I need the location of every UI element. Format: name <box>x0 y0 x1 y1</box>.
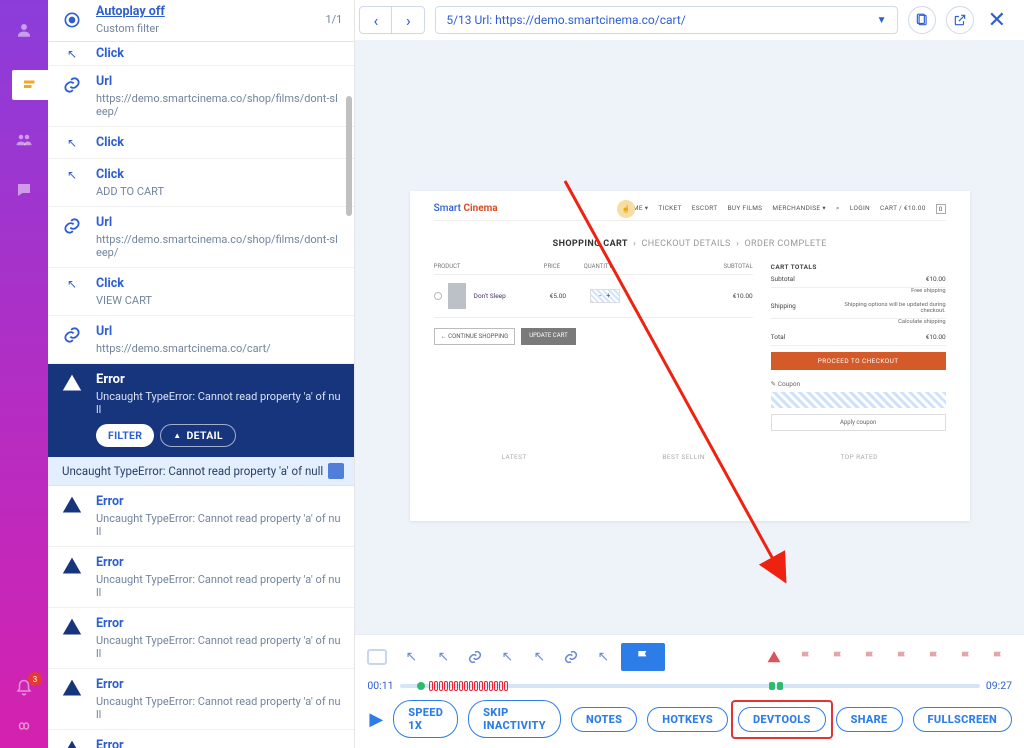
timeline[interactable]: 00:11 09:27 <box>367 677 1012 696</box>
hotkeys-button[interactable]: HOTKEYS <box>647 707 728 732</box>
nav-user-icon[interactable] <box>14 20 34 40</box>
nav-infinity-icon[interactable] <box>14 716 34 736</box>
event-row[interactable]: Url https://demo.smartcinema.co/shop/fil… <box>48 66 354 127</box>
filter-title: Autoplay off <box>96 4 311 19</box>
clipboard-button[interactable] <box>908 6 936 34</box>
warning-icon <box>62 556 82 576</box>
event-row[interactable]: ↖ Click ADD TO CART <box>48 159 354 207</box>
nav-chat-icon[interactable] <box>14 180 34 200</box>
playback-bar: ↖ ↖ ↖ ↖ ↖ 00:11 09:27 <box>355 634 1024 748</box>
cursor-icon: ↖ <box>62 277 82 291</box>
event-row[interactable]: ErrorUncaught TypeError: Cannot read pro… <box>48 730 354 748</box>
cursor-icon: ↖ <box>62 47 82 61</box>
nav-notifications-icon[interactable]: 3 <box>14 678 34 698</box>
event-row[interactable]: ↖ Click <box>48 42 354 66</box>
checkout-breadcrumb: SHOPPING CART › CHECKOUT DETAILS › ORDER… <box>434 239 946 249</box>
share-button[interactable]: SHARE <box>836 707 903 732</box>
cursor-tool-icon[interactable]: ↖ <box>589 645 617 669</box>
flag-icon[interactable] <box>920 645 948 669</box>
warning-icon <box>62 617 82 637</box>
close-button[interactable]: ✕ <box>984 8 1010 33</box>
open-external-button[interactable] <box>946 6 974 34</box>
target-icon <box>62 10 82 30</box>
filter-count: 1/1 <box>325 13 342 26</box>
error-flag-icon[interactable] <box>760 645 788 669</box>
event-row[interactable]: ErrorUncaught TypeError: Cannot read pro… <box>48 486 354 547</box>
remove-item-icon <box>434 292 442 300</box>
time-end: 09:27 <box>986 679 1012 692</box>
site-nav: ☝ HOME ▾TICKETESCORTBUY FILMSMERCHANDISE… <box>623 204 945 214</box>
flag-tool-active-icon[interactable] <box>621 643 665 671</box>
event-panel: Autoplay off Custom filter 1/1 ↖ Click U… <box>48 0 355 748</box>
cursor-icon: ↖ <box>62 168 82 182</box>
skip-inactivity-button[interactable]: SKIP INACTIVITY <box>468 700 561 738</box>
continue-shopping-button: ← CONTINUE SHOPPING <box>434 328 516 345</box>
link-icon <box>62 216 82 236</box>
event-row[interactable]: ErrorUncaught TypeError: Cannot read pro… <box>48 669 354 730</box>
warning-icon <box>62 373 82 393</box>
link-tool-icon[interactable] <box>461 645 489 669</box>
nav-team-icon[interactable] <box>14 130 34 150</box>
cursor-tool-icon[interactable]: ↖ <box>525 645 553 669</box>
filter-button[interactable]: FILTER <box>96 424 154 447</box>
event-row[interactable]: ↖ Click <box>48 127 354 159</box>
warning-icon <box>62 495 82 515</box>
filter-sub: Custom filter <box>96 22 311 35</box>
site-logo: Smart Cinema <box>434 203 498 214</box>
cursor-pointer-icon: ☝ <box>617 200 635 218</box>
fullscreen-button[interactable]: FULLSCREEN <box>913 707 1012 732</box>
link-tool-icon[interactable] <box>557 645 585 669</box>
main-panel: ‹ › 5/13 Url: https://demo.smartcinema.c… <box>355 0 1024 748</box>
flag-icon[interactable] <box>952 645 980 669</box>
detail-button[interactable]: ▲DETAIL <box>160 424 236 447</box>
event-row-selected[interactable]: Error Uncaught TypeError: Cannot read pr… <box>48 364 354 457</box>
link-icon <box>62 325 82 345</box>
selected-error-detail: Uncaught TypeError: Cannot read property… <box>48 457 354 486</box>
url-bar: ‹ › 5/13 Url: https://demo.smartcinema.c… <box>355 0 1024 41</box>
flag-icon[interactable] <box>792 645 820 669</box>
prev-button[interactable]: ‹ <box>360 7 392 33</box>
filter-header[interactable]: Autoplay off Custom filter 1/1 <box>48 0 354 42</box>
notification-badge: 3 <box>28 672 42 686</box>
devtools-button[interactable]: DEVTOOLS <box>738 707 826 732</box>
flag-icon[interactable] <box>856 645 884 669</box>
link-icon <box>62 75 82 95</box>
time-start: 00:11 <box>367 679 393 692</box>
qty-input: - + <box>590 289 620 303</box>
event-row[interactable]: ErrorUncaught TypeError: Cannot read pro… <box>48 608 354 669</box>
cursor-icon: ↖ <box>62 136 82 150</box>
product-thumbnail <box>448 283 466 309</box>
flag-icon[interactable] <box>824 645 852 669</box>
scrollbar-thumb[interactable] <box>346 96 352 216</box>
warning-icon <box>62 739 82 748</box>
event-row[interactable]: ↖ Click VIEW CART <box>48 268 354 316</box>
select-tool-icon[interactable] <box>367 649 387 665</box>
play-button[interactable]: ▶ <box>369 709 383 730</box>
cursor-tool-icon[interactable]: ↖ <box>397 645 425 669</box>
cursor-tool-icon[interactable]: ↖ <box>493 645 521 669</box>
left-nav: 3 <box>0 0 48 748</box>
apply-coupon-button: Apply coupon <box>771 414 946 431</box>
cursor-tool-icon[interactable]: ↖ <box>429 645 457 669</box>
url-dropdown[interactable]: 5/13 Url: https://demo.smartcinema.co/ca… <box>435 6 897 34</box>
flag-icon[interactable] <box>984 645 1012 669</box>
event-row[interactable]: Url https://demo.smartcinema.co/cart/ <box>48 316 354 364</box>
coupon-input <box>771 392 946 408</box>
event-row[interactable]: Url https://demo.smartcinema.co/shop/fil… <box>48 207 354 268</box>
event-row[interactable]: ErrorUncaught TypeError: Cannot read pro… <box>48 547 354 608</box>
flag-icon[interactable] <box>888 645 916 669</box>
timeline-track[interactable] <box>400 684 980 688</box>
next-button[interactable]: › <box>392 7 424 33</box>
recorded-page: Smart Cinema ☝ HOME ▾TICKETESCORTBUY FIL… <box>410 191 970 521</box>
warning-icon <box>62 678 82 698</box>
session-viewport: Smart Cinema ☝ HOME ▾TICKETESCORTBUY FIL… <box>355 41 1024 634</box>
copy-icon[interactable] <box>328 463 344 479</box>
nav-buttons: ‹ › <box>359 6 425 34</box>
proceed-checkout-button: PROCEED TO CHECKOUT <box>771 352 946 370</box>
update-cart-button: UPDATE CART <box>521 328 575 345</box>
chevron-down-icon: ▼ <box>877 15 887 26</box>
speed-button[interactable]: SPEED 1X <box>393 700 458 738</box>
notes-button[interactable]: NOTES <box>571 707 637 732</box>
nav-sessions-icon[interactable] <box>12 70 48 100</box>
